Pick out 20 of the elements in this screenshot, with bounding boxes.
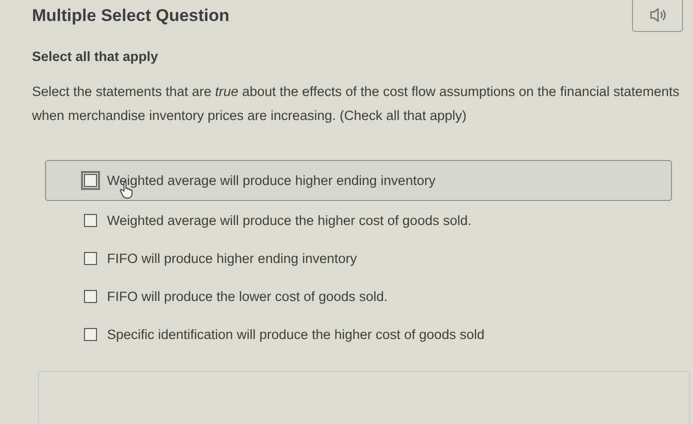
option-row[interactable]: FIFO will produce higher ending inventory	[45, 239, 672, 277]
option-label: Specific identification will produce the higher cost of goods sold	[107, 326, 484, 342]
question-text: Select the statements that are true about the effects of the cost flow assumptions on the financial statements when merchandise inventory prices are increasing. (Check all that apply)	[32, 83, 680, 125]
option-label: Weighted average will produce the higher cost of goods sold.	[107, 212, 472, 228]
checkbox[interactable]	[84, 252, 97, 264]
question-type-title: Multiple Select Question	[32, 6, 230, 26]
option-row[interactable]: Specific identification will produce the higher cost of goods sold	[45, 315, 672, 353]
speaker-icon	[648, 7, 666, 23]
option-label: Weighted average will produce higher ending inventory	[107, 173, 436, 188]
checkbox[interactable]	[84, 328, 97, 340]
option-row[interactable]: FIFO will produce the lower cost of goods sold.	[45, 277, 672, 315]
option-row[interactable]: Weighted average will produce the higher cost of goods sold.	[45, 201, 672, 239]
checkbox[interactable]	[84, 214, 97, 226]
highlighted-option[interactable]: Weighted average will produce higher ending inventory	[45, 160, 672, 201]
option-label: FIFO will produce higher ending inventory	[107, 250, 357, 266]
read-aloud-button[interactable]	[632, 0, 683, 32]
instruction-text: Select all that apply	[32, 49, 160, 64]
checkbox[interactable]	[84, 174, 97, 187]
checkbox[interactable]	[84, 290, 97, 302]
option-label: FIFO will produce the lower cost of goods sold.	[107, 288, 388, 304]
